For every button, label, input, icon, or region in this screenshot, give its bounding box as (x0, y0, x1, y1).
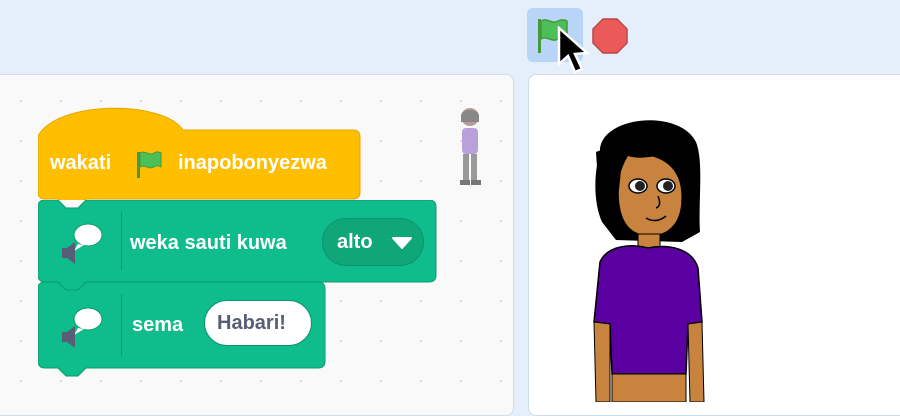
text-to-speech-icon (62, 223, 103, 264)
green-flag-icon (137, 151, 162, 178)
voice-dropdown[interactable]: alto (322, 218, 424, 266)
block-divider (121, 212, 122, 270)
voice-dropdown-value: alto (337, 231, 373, 253)
text-to-speech-icon (62, 307, 103, 348)
say-text-value: Habari! (217, 312, 286, 334)
chevron-down-icon (392, 237, 412, 249)
stage[interactable] (528, 74, 900, 416)
hat-label-end: inapobonyezwa (178, 152, 327, 174)
mouse-cursor-icon (557, 26, 591, 74)
say-text-input[interactable]: Habari! (204, 300, 312, 346)
block-divider (121, 294, 122, 356)
say-label: sema (132, 314, 184, 336)
set-voice-label: weka sauti kuwa (130, 232, 287, 254)
stop-sign-icon[interactable] (591, 17, 629, 55)
sprite-character[interactable] (588, 112, 708, 402)
toolbar (0, 0, 900, 74)
sprite-thumbnail[interactable] (456, 106, 484, 188)
hat-label-start: wakati (50, 152, 112, 174)
